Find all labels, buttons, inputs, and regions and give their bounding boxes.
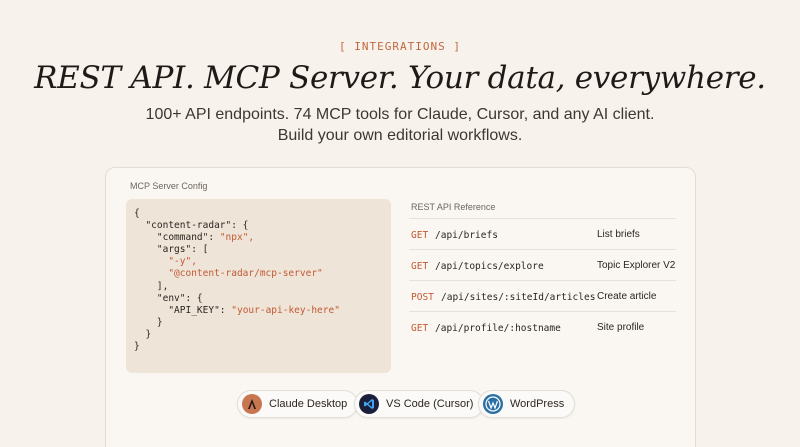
- subtitle-line-1: 100+ API endpoints. 74 MCP tools for Cla…: [145, 106, 655, 123]
- code-line: "args": [: [156, 244, 209, 256]
- endpoint-description: Create article: [597, 291, 657, 302]
- code-line: "@content-radar/mcp-server": [168, 268, 323, 280]
- section-eyebrow: [ INTEGRATIONS ]: [339, 40, 461, 53]
- vscode-icon: [359, 394, 379, 414]
- code-line: "command": "npx",: [156, 232, 255, 244]
- chip-label: WordPress: [510, 398, 565, 410]
- code-line: }: [156, 316, 163, 328]
- endpoint-method: POST: [411, 292, 434, 303]
- endpoint-method: GET: [411, 323, 429, 334]
- endpoint-row: POST /api/sites/:siteId/articles Create …: [409, 280, 676, 311]
- wordpress-icon: [483, 394, 503, 414]
- endpoint-path: /api/briefs: [435, 230, 498, 241]
- vscode-chip[interactable]: VS Code (Cursor): [354, 390, 485, 418]
- page-title: REST API. MCP Server. Your data, everywh…: [34, 60, 766, 96]
- endpoint-row: GET /api/briefs List briefs: [409, 218, 676, 249]
- mcp-config-code-block: { "content-radar": { "command": "npx", "…: [126, 199, 391, 373]
- code-line: }: [134, 341, 140, 353]
- endpoint-description: Site profile: [597, 322, 645, 333]
- endpoint-path: /api/sites/:siteId/articles: [441, 292, 596, 303]
- endpoint-method: GET: [411, 261, 429, 272]
- endpoint-path: /api/profile/:hostname: [435, 323, 561, 334]
- wordpress-chip[interactable]: WordPress: [478, 390, 576, 418]
- rest-endpoint-table: GET /api/briefs List briefs GET /api/top…: [409, 218, 676, 342]
- code-line: ],: [156, 280, 169, 292]
- endpoint-description: List briefs: [597, 229, 640, 240]
- claude-desktop-chip[interactable]: Claude Desktop: [237, 390, 359, 418]
- endpoint-path: /api/topics/explore: [435, 261, 544, 272]
- chip-label: VS Code (Cursor): [386, 398, 474, 410]
- endpoint-row: GET /api/profile/:hostname Site profile: [409, 311, 676, 342]
- code-line: {: [134, 208, 140, 219]
- code-line: "env": {: [156, 292, 203, 304]
- integrations-panel: MCP Server Config { "content-radar": { "…: [105, 167, 696, 447]
- code-line: "-y",: [168, 256, 197, 268]
- endpoint-row: GET /api/topics/explore Topic Explorer V…: [409, 249, 676, 280]
- chip-label: Claude Desktop: [269, 398, 348, 410]
- code-line: "content-radar": {: [145, 220, 249, 232]
- rest-reference-label: REST API Reference: [411, 202, 496, 212]
- code-line: }: [145, 328, 152, 340]
- claude-icon: [242, 394, 262, 414]
- mcp-config-label: MCP Server Config: [130, 181, 208, 191]
- subtitle-line-2: Build your own editorial workflows.: [277, 127, 523, 144]
- endpoint-method: GET: [411, 230, 429, 241]
- code-line: "API_KEY": "your-api-key-here": [168, 304, 340, 316]
- endpoint-description: Topic Explorer V2: [597, 260, 676, 271]
